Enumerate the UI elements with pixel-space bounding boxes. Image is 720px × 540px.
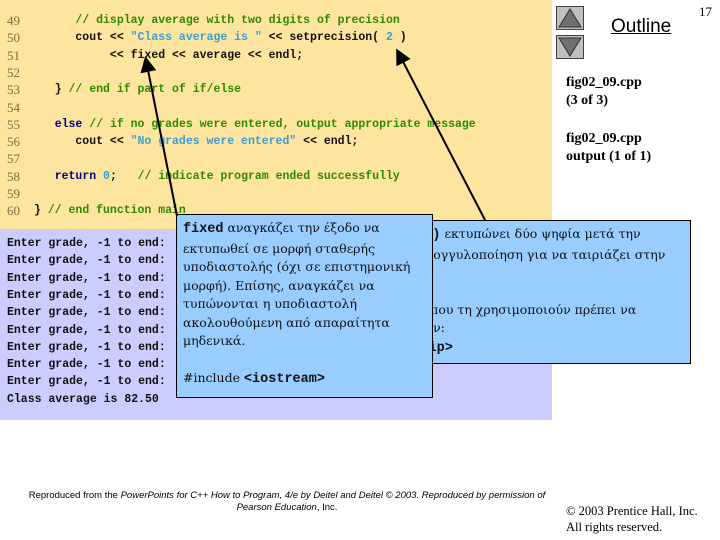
outline-item-source: fig02_09.cpp (3 of 3): [566, 74, 642, 110]
line-number: 52: [7, 64, 20, 80]
triangle-up-icon: [558, 8, 582, 28]
code-token: return: [54, 169, 97, 183]
callout-text-2: Τα προγράμματα που τη χρησιμοποιούν πρέπ…: [401, 301, 637, 336]
callout-keyword: fixed: [183, 222, 224, 237]
code-token: ): [392, 31, 407, 45]
line-number: 54: [7, 99, 20, 115]
code-token: ;: [109, 169, 138, 183]
callout-text: αναγκάζει την έξοδο να εκτυπωθεί σε μορφ…: [183, 220, 411, 348]
code-token: // end if part of if/else: [68, 83, 242, 97]
footer-text-end: , Inc.: [316, 502, 338, 513]
code-token: }: [34, 83, 69, 97]
output-line: Enter grade, -1 to end:: [7, 375, 166, 389]
code-token: // end function main: [47, 204, 186, 218]
code-text: } // end if part of if/else: [34, 81, 241, 98]
copyright-notice: © 2003 Prentice Hall, Inc. All rights re…: [566, 503, 698, 535]
outline-title[interactable]: Outline: [611, 16, 671, 38]
output-line: Enter grade, -1 to end:: [7, 271, 166, 285]
include-directive: #include: [183, 369, 244, 385]
line-number: 51: [7, 47, 20, 63]
outline-item-title: fig02_09.cpp: [566, 131, 642, 146]
footer-attribution: Reproduced from the PowerPoints for C++ …: [22, 490, 552, 514]
line-number: 58: [7, 168, 20, 184]
code-token: "Class average is ": [130, 31, 262, 45]
line-number: 59: [7, 186, 20, 201]
code-token: << setprecision(: [261, 31, 386, 45]
code-text: cout << "Class average is " << setprecis…: [34, 29, 407, 46]
code-token: cout <<: [34, 31, 131, 45]
code-token: 2: [385, 31, 393, 45]
output-line: Enter grade, -1 to end:: [7, 323, 166, 337]
output-line: Enter grade, -1 to end:: [7, 254, 166, 268]
code-token: << endl;: [296, 135, 359, 149]
callout-text: εκτυπώνει δύο ψηφία μετά την υποδιαστολή…: [401, 226, 666, 262]
output-line: Enter grade, -1 to end:: [7, 237, 166, 250]
next-slide-button[interactable]: [556, 35, 584, 59]
slide-number: 17: [699, 4, 712, 19]
line-number: 49: [7, 13, 20, 28]
code-text: // display average with two digits of pr…: [34, 12, 400, 29]
code-token: // display average with two digits of pr…: [75, 14, 400, 27]
code-token: 0: [103, 169, 110, 183]
previous-slide-button[interactable]: [556, 6, 584, 30]
code-text: } // end function main: [34, 202, 186, 219]
line-number: 57: [7, 151, 20, 167]
line-number: 55: [7, 116, 20, 132]
code-token: "No grades were entered": [130, 135, 297, 149]
code-token: // indicate program ended successfully: [137, 169, 400, 183]
footer-text: Reproduced from the: [28, 490, 121, 501]
code-text: cout << "No grades were entered" << endl…: [34, 133, 358, 150]
output-line: Enter grade, -1 to end:: [7, 340, 166, 354]
line-number: 50: [7, 30, 20, 46]
code-token: cout <<: [34, 135, 131, 149]
copyright-line-1: © 2003 Prentice Hall, Inc.: [566, 504, 698, 518]
callout-fixed: fixed αναγκάζει την έξοδο να εκτυπωθεί σ…: [176, 214, 433, 398]
outline-item-output: fig02_09.cpp output (1 of 1): [566, 130, 651, 166]
code-panel: 49 // display average with two digits of…: [0, 0, 552, 229]
code-token: }: [34, 204, 48, 218]
callout-setprecision: setprecision(2) εκτυπώνει δύο ψηφία μετά…: [400, 220, 691, 364]
code-token: << fixed << average << endl;: [34, 48, 304, 62]
outline-item-subtitle: (3 of 3): [566, 93, 608, 108]
code-text: << fixed << average << endl;: [34, 47, 303, 64]
code-token: else: [54, 117, 83, 131]
triangle-down-icon: [558, 37, 582, 57]
code-token: // if no grades were entered, output app…: [89, 117, 476, 131]
output-line: Enter grade, -1 to end:: [7, 288, 166, 302]
line-number: 56: [7, 134, 20, 150]
include-header: <iostream>: [243, 371, 325, 387]
outline-item-subtitle: output (1 of 1): [566, 149, 652, 164]
line-number: 60: [7, 203, 20, 219]
line-number: 53: [7, 82, 20, 98]
output-line: Enter grade, -1 to end:: [7, 306, 166, 320]
output-line: Enter grade, -1 to end:: [7, 358, 166, 372]
output-line: Class average is 82.50: [7, 392, 159, 406]
code-text: return 0; // indicate program ended succ…: [34, 168, 400, 185]
outline-item-title: fig02_09.cpp: [566, 75, 642, 90]
copyright-line-2: All rights reserved.: [566, 520, 663, 534]
code-text: else // if no grades were entered, outpu…: [34, 116, 476, 133]
